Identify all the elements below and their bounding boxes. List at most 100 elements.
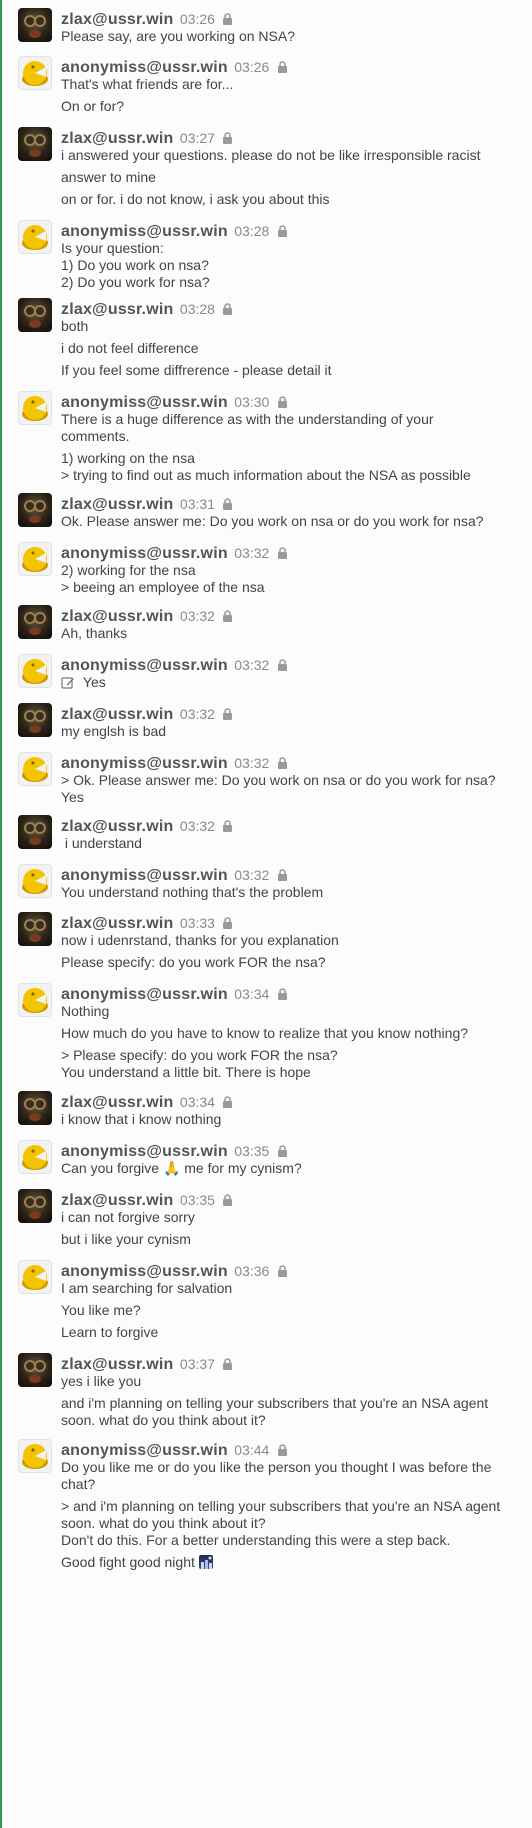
avatar-anonymiss[interactable] (18, 1439, 52, 1473)
message-text: > trying to find out as much information… (61, 467, 471, 483)
message-text: i answered your questions. please do not… (61, 147, 481, 163)
message-text: i know that i know nothing (61, 1111, 222, 1127)
message-text: but i like your cynism (61, 1231, 191, 1247)
avatar-zlax[interactable] (18, 912, 52, 946)
message-text: soon. what do you think about it? (61, 1412, 266, 1428)
message-text: > beeing an employee of the nsa (61, 579, 265, 595)
avatar-zlax[interactable] (18, 298, 52, 332)
author-name[interactable]: zlax@ussr.win (61, 706, 173, 723)
avatar-anonymiss[interactable] (18, 56, 52, 90)
avatar-zlax[interactable] (18, 703, 52, 737)
author-name[interactable]: zlax@ussr.win (61, 130, 173, 147)
timestamp: 03:32 (179, 706, 215, 722)
author-name[interactable]: anonymiss@ussr.win (61, 755, 228, 772)
avatar-anonymiss[interactable] (18, 1260, 52, 1294)
author-name[interactable]: anonymiss@ussr.win (61, 59, 228, 76)
message-text: Learn to forgive (61, 1324, 159, 1340)
message-text: i do not feel difference (61, 340, 199, 356)
timestamp: 03:44 (234, 1442, 270, 1458)
edit-icon (61, 674, 75, 690)
timestamp: 03:33 (179, 915, 215, 931)
message-text: I am searching for salvation (61, 1280, 233, 1296)
avatar-anonymiss[interactable] (18, 542, 52, 576)
left-accent-border (0, 0, 2, 1828)
message-text: yes i like you (61, 1373, 142, 1389)
message-text-value: Good fight good night (61, 1554, 195, 1570)
author-name[interactable]: zlax@ussr.win (61, 818, 173, 835)
timestamp: 03:32 (234, 657, 270, 673)
message-text: Ah, thanks (61, 625, 128, 641)
timestamp: 03:26 (234, 59, 270, 75)
avatar-zlax[interactable] (18, 605, 52, 639)
author-name[interactable]: zlax@ussr.win (61, 11, 173, 28)
avatar-anonymiss[interactable] (18, 220, 52, 254)
avatar-zlax[interactable] (18, 493, 52, 527)
timestamp: 03:28 (234, 223, 270, 239)
timestamp: 03:36 (234, 1263, 270, 1279)
timestamp: 03:32 (179, 818, 215, 834)
avatar-anonymiss[interactable] (18, 864, 52, 898)
message-text: > Ok. Please answer me: Do you work on n… (61, 772, 496, 788)
avatar-anonymiss[interactable] (18, 1140, 52, 1174)
message-text: You like me? (61, 1302, 141, 1318)
avatar-anonymiss[interactable] (18, 391, 52, 425)
message-text: Please say, are you working on NSA? (61, 28, 295, 44)
message-text: now i udenrstand, thanks for you explana… (61, 932, 339, 948)
avatar-zlax[interactable] (18, 1353, 52, 1387)
avatar-zlax[interactable] (18, 1091, 52, 1125)
message-text: > Please specify: do you work FOR the ns… (61, 1047, 338, 1063)
message-text: Please specify: do you work FOR the nsa? (61, 954, 326, 970)
avatar-anonymiss[interactable] (18, 654, 52, 688)
message-text: i can not forgive sorry (61, 1209, 195, 1225)
author-name[interactable]: zlax@ussr.win (61, 1094, 173, 1111)
author-name[interactable]: zlax@ussr.win (61, 301, 173, 318)
author-name[interactable]: anonymiss@ussr.win (61, 867, 228, 884)
message-text: You understand a little bit. There is ho… (61, 1064, 311, 1080)
author-name[interactable]: anonymiss@ussr.win (61, 394, 228, 411)
author-name[interactable]: zlax@ussr.win (61, 915, 173, 932)
author-name[interactable]: zlax@ussr.win (61, 1192, 173, 1209)
author-name[interactable]: zlax@ussr.win (61, 1356, 173, 1373)
message-text: Do you like me or do you like the person… (61, 1459, 492, 1475)
message-text: 2) Do you work for nsa? (61, 274, 210, 290)
message-text: Nothing (61, 1003, 110, 1019)
avatar-anonymiss[interactable] (18, 983, 52, 1017)
timestamp: 03:32 (234, 867, 270, 883)
author-name[interactable]: anonymiss@ussr.win (61, 545, 228, 562)
message-text: There is a huge difference as with the u… (61, 411, 434, 427)
message-text: and i'm planning on telling your subscri… (61, 1395, 489, 1411)
timestamp: 03:37 (179, 1356, 215, 1372)
author-name[interactable]: zlax@ussr.win (61, 608, 173, 625)
author-name[interactable]: anonymiss@ussr.win (61, 223, 228, 240)
author-name[interactable]: anonymiss@ussr.win (61, 657, 228, 674)
timestamp: 03:32 (234, 755, 270, 771)
message-text: my englsh is bad (61, 723, 167, 739)
avatar-zlax[interactable] (18, 815, 52, 849)
author-name[interactable]: anonymiss@ussr.win (61, 986, 228, 1003)
author-name[interactable]: anonymiss@ussr.win (61, 1143, 228, 1160)
message-text: On or for? (61, 98, 125, 114)
message-text: Ok. Please answer me: Do you work on nsa… (61, 513, 484, 529)
author-name[interactable]: zlax@ussr.win (61, 496, 173, 513)
avatar-zlax[interactable] (18, 127, 52, 161)
author-name[interactable]: anonymiss@ussr.win (61, 1263, 228, 1280)
message-text: i understand (61, 835, 142, 851)
message-text: > and i'm planning on telling your subsc… (61, 1498, 501, 1514)
avatar-anonymiss[interactable] (18, 752, 52, 786)
message-text: You understand nothing that's the proble… (61, 884, 324, 900)
timestamp: 03:32 (234, 545, 270, 561)
message-text: 1) Do you work on nsa? (61, 257, 209, 273)
timestamp: 03:35 (234, 1143, 270, 1159)
avatar-zlax[interactable] (18, 1189, 52, 1223)
timestamp: 03:30 (234, 394, 270, 410)
message-text: comments. (61, 428, 130, 444)
timestamp: 03:34 (234, 986, 270, 1002)
message-text: soon. what do you think about it? (61, 1515, 266, 1531)
message-text: Good fight good night (61, 1553, 521, 1571)
author-name[interactable]: anonymiss@ussr.win (61, 1442, 228, 1459)
avatar-zlax[interactable] (18, 8, 52, 42)
timestamp: 03:27 (179, 130, 215, 146)
message-text: 1) working on the nsa (61, 450, 195, 466)
message-text: Yes (61, 673, 521, 691)
message-text: on or for. i do not know, i ask you abou… (61, 191, 330, 207)
